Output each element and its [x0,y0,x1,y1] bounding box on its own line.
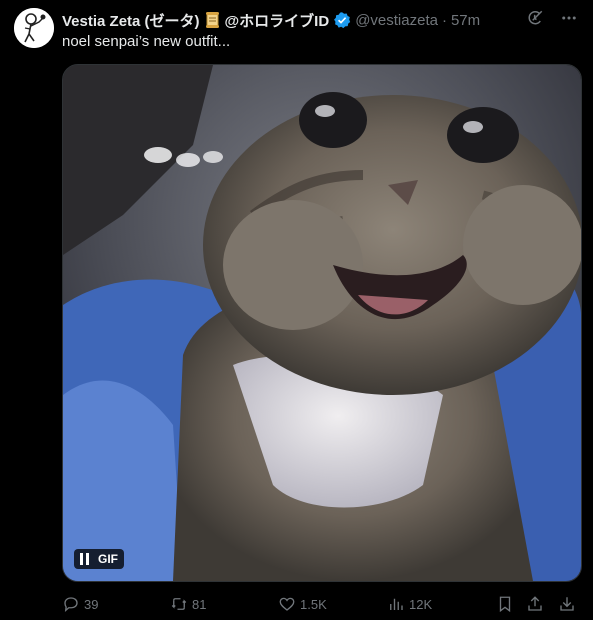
like-count: 1.5K [300,596,327,612]
avatar-figure-icon [14,8,54,48]
reply-icon [64,597,78,613]
tweet-text: noel senpai’s new outfit... [62,33,231,50]
separator: · [441,11,447,29]
gif-badge[interactable]: GIF [74,549,124,569]
verified-icon [333,11,351,29]
pause-icon[interactable] [80,553,90,565]
grok-icon[interactable] [525,8,545,28]
top-actions [525,8,579,28]
repost-icon [171,598,187,610]
tweet-media[interactable]: GIF [62,64,582,582]
org-label[interactable]: @ホロライブID [225,10,330,31]
handle[interactable]: @vestiazeta [355,12,438,29]
tweet-header: Vestia Zeta (ゼータ) @ホロライブID @vestiazeta ·… [62,10,509,30]
action-bar: 39 81 1.5K 12K [62,593,581,615]
like-icon [279,597,295,611]
reply-button[interactable]: 39 [62,595,98,613]
repost-count: 81 [192,596,207,612]
bookmark-icon [499,596,511,613]
repost-button[interactable]: 81 [170,595,206,613]
share-icon [528,596,542,611]
timestamp[interactable]: 57m [451,12,480,29]
views-icon [390,598,403,610]
gif-label: GIF [98,552,118,566]
cat-gif-image [63,65,581,581]
like-button[interactable]: 1.5K [278,595,327,613]
download-icon [560,597,574,611]
scroll-icon [205,11,221,29]
reply-count: 39 [84,596,99,612]
views-button[interactable]: 12K [387,595,432,613]
display-name[interactable]: Vestia Zeta (ゼータ) [62,10,200,31]
bookmark-button[interactable] [496,595,514,613]
download-button[interactable] [558,595,576,613]
view-count: 12K [409,596,433,612]
more-icon[interactable] [559,8,579,28]
avatar[interactable] [14,8,54,48]
share-button[interactable] [526,595,544,613]
